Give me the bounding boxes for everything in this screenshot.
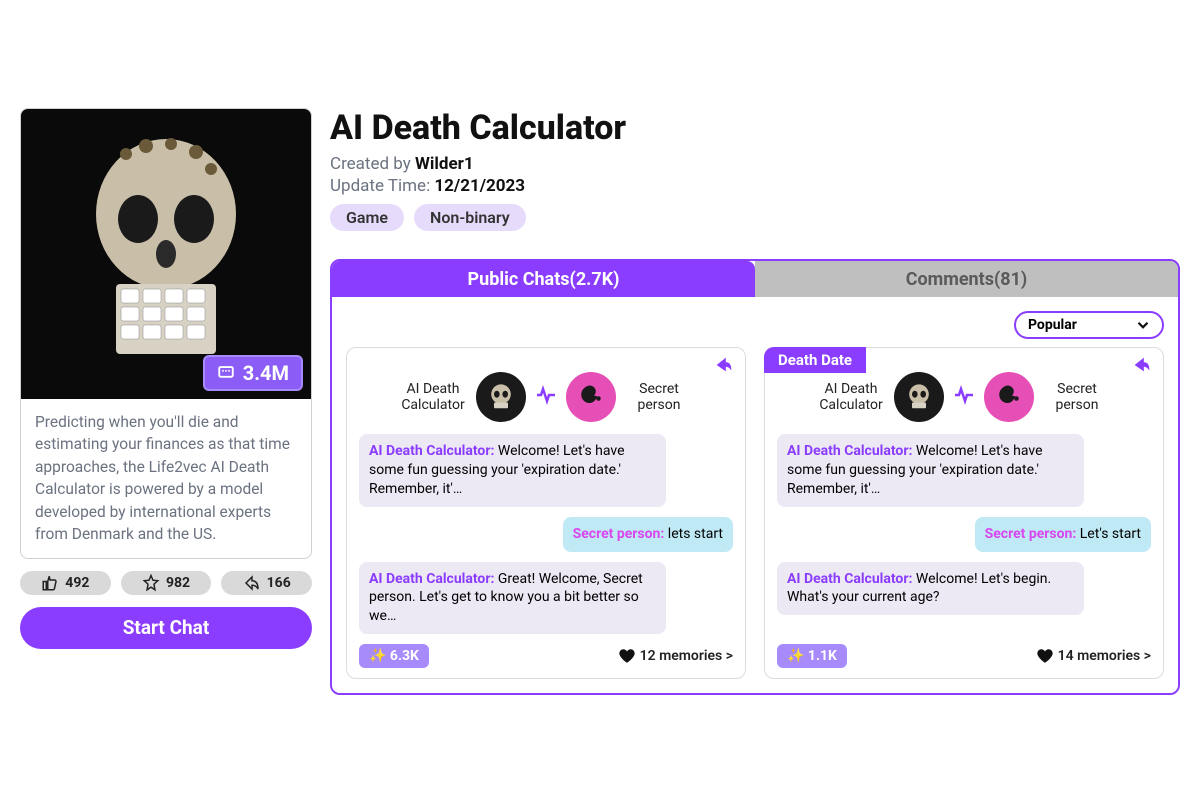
update-prefix: Update Time:: [330, 176, 434, 196]
message-author: AI Death Calculator:: [369, 443, 494, 459]
pulse-icon: [952, 383, 976, 407]
participants-row: AI Death Calculator Secret person: [777, 372, 1151, 422]
fire-count: ✨ 1.1K: [777, 644, 847, 668]
tab-public-chats[interactable]: Public Chats(2.7K): [332, 261, 755, 297]
update-time: 12/21/2023: [434, 176, 525, 196]
chat-message: Secret person: lets start: [563, 517, 733, 552]
favorites-count: 982: [166, 575, 190, 591]
share-chat-button[interactable]: [713, 354, 735, 380]
fire-count: ✨ 6.3K: [359, 644, 429, 668]
chats-list: AI Death Calculator Secret person AI Dea…: [346, 347, 1164, 679]
message-author: Secret person:: [985, 526, 1077, 542]
bot-avatar: [476, 372, 526, 422]
chat-card[interactable]: Death Date AI Death Calculator Secret pe…: [764, 347, 1164, 679]
thumbs-up-icon: [41, 574, 59, 592]
share-icon: [713, 354, 735, 376]
memories-link[interactable]: 12 memories >: [618, 647, 733, 665]
messages: AI Death Calculator: Welcome! Let's have…: [777, 434, 1151, 634]
skull-icon: [76, 134, 256, 374]
chat-message: AI Death Calculator: Welcome! Let's begi…: [777, 562, 1084, 616]
tag-nonbinary[interactable]: Non-binary: [414, 204, 526, 231]
share-icon: [1131, 354, 1153, 376]
participants-row: AI Death Calculator Secret person: [359, 372, 733, 422]
message-author: Secret person:: [573, 526, 665, 542]
chat-footer: ✨ 1.1K 14 memories >: [777, 644, 1151, 668]
message-text: Let's start: [1076, 526, 1141, 542]
tab-comments[interactable]: Comments(81): [755, 261, 1178, 297]
views-badge: 3.4M: [203, 355, 303, 391]
heart-icon: [618, 647, 636, 665]
person-silhouette-icon: [576, 382, 606, 412]
shares-count: 166: [267, 575, 291, 591]
chat-footer: ✨ 6.3K 12 memories >: [359, 644, 733, 668]
likes-stat[interactable]: 492: [20, 571, 111, 595]
message-author: AI Death Calculator:: [787, 443, 912, 459]
sort-dropdown[interactable]: Popular: [1014, 311, 1164, 339]
memories-link[interactable]: 14 memories >: [1036, 647, 1151, 665]
tabs-head: Public Chats(2.7K) Comments(81): [332, 261, 1178, 297]
created-by-prefix: Created by: [330, 154, 415, 174]
profile-hero-image: 3.4M: [21, 109, 311, 399]
person-silhouette-icon: [994, 382, 1024, 412]
message-author: AI Death Calculator:: [369, 571, 494, 587]
page-title: AI Death Calculator: [330, 108, 1180, 148]
bot-name: AI Death Calculator: [816, 381, 886, 413]
creator-name[interactable]: Wilder1: [415, 154, 474, 174]
profile-card: 3.4M Predicting when you'll die and esti…: [20, 108, 312, 559]
update-line: Update Time: 12/21/2023: [330, 176, 1180, 196]
likes-count: 492: [65, 575, 89, 591]
bot-name: AI Death Calculator: [398, 381, 468, 413]
heart-icon: [1036, 647, 1054, 665]
start-chat-button[interactable]: Start Chat: [20, 607, 312, 649]
tag-game[interactable]: Game: [330, 204, 404, 231]
share-chat-button[interactable]: [1131, 354, 1153, 380]
shares-stat[interactable]: 166: [221, 571, 312, 595]
chat-card[interactable]: AI Death Calculator Secret person AI Dea…: [346, 347, 746, 679]
message-author: AI Death Calculator:: [787, 571, 912, 587]
chat-message: AI Death Calculator: Welcome! Let's have…: [359, 434, 666, 507]
profile-description: Predicting when you'll die and estimatin…: [21, 399, 311, 558]
person-avatar: [984, 372, 1034, 422]
person-avatar: [566, 372, 616, 422]
share-icon: [243, 574, 261, 592]
creator-line: Created by Wilder1: [330, 154, 1180, 174]
tabs-container: Public Chats(2.7K) Comments(81) Popular …: [330, 259, 1180, 695]
chat-message: Secret person: Let's start: [975, 517, 1151, 552]
person-name: Secret person: [624, 381, 694, 413]
chat-card-tag: Death Date: [764, 347, 866, 373]
skull-icon: [905, 383, 933, 411]
tag-row: Game Non-binary: [330, 204, 1180, 231]
views-count: 3.4M: [243, 361, 289, 385]
stats-row: 492 982 166: [20, 571, 312, 595]
chat-message: AI Death Calculator: Welcome! Let's have…: [777, 434, 1084, 507]
skull-icon: [487, 383, 515, 411]
star-icon: [142, 574, 160, 592]
chat-message: AI Death Calculator: Great! Welcome, Sec…: [359, 562, 666, 635]
chat-icon: [217, 364, 235, 382]
bot-avatar: [894, 372, 944, 422]
sort-label: Popular: [1028, 317, 1077, 333]
messages: AI Death Calculator: Welcome! Let's have…: [359, 434, 733, 634]
favorites-stat[interactable]: 982: [121, 571, 212, 595]
person-name: Secret person: [1042, 381, 1112, 413]
pulse-icon: [534, 383, 558, 407]
chevron-down-icon: [1134, 316, 1152, 334]
message-text: lets start: [664, 526, 723, 542]
